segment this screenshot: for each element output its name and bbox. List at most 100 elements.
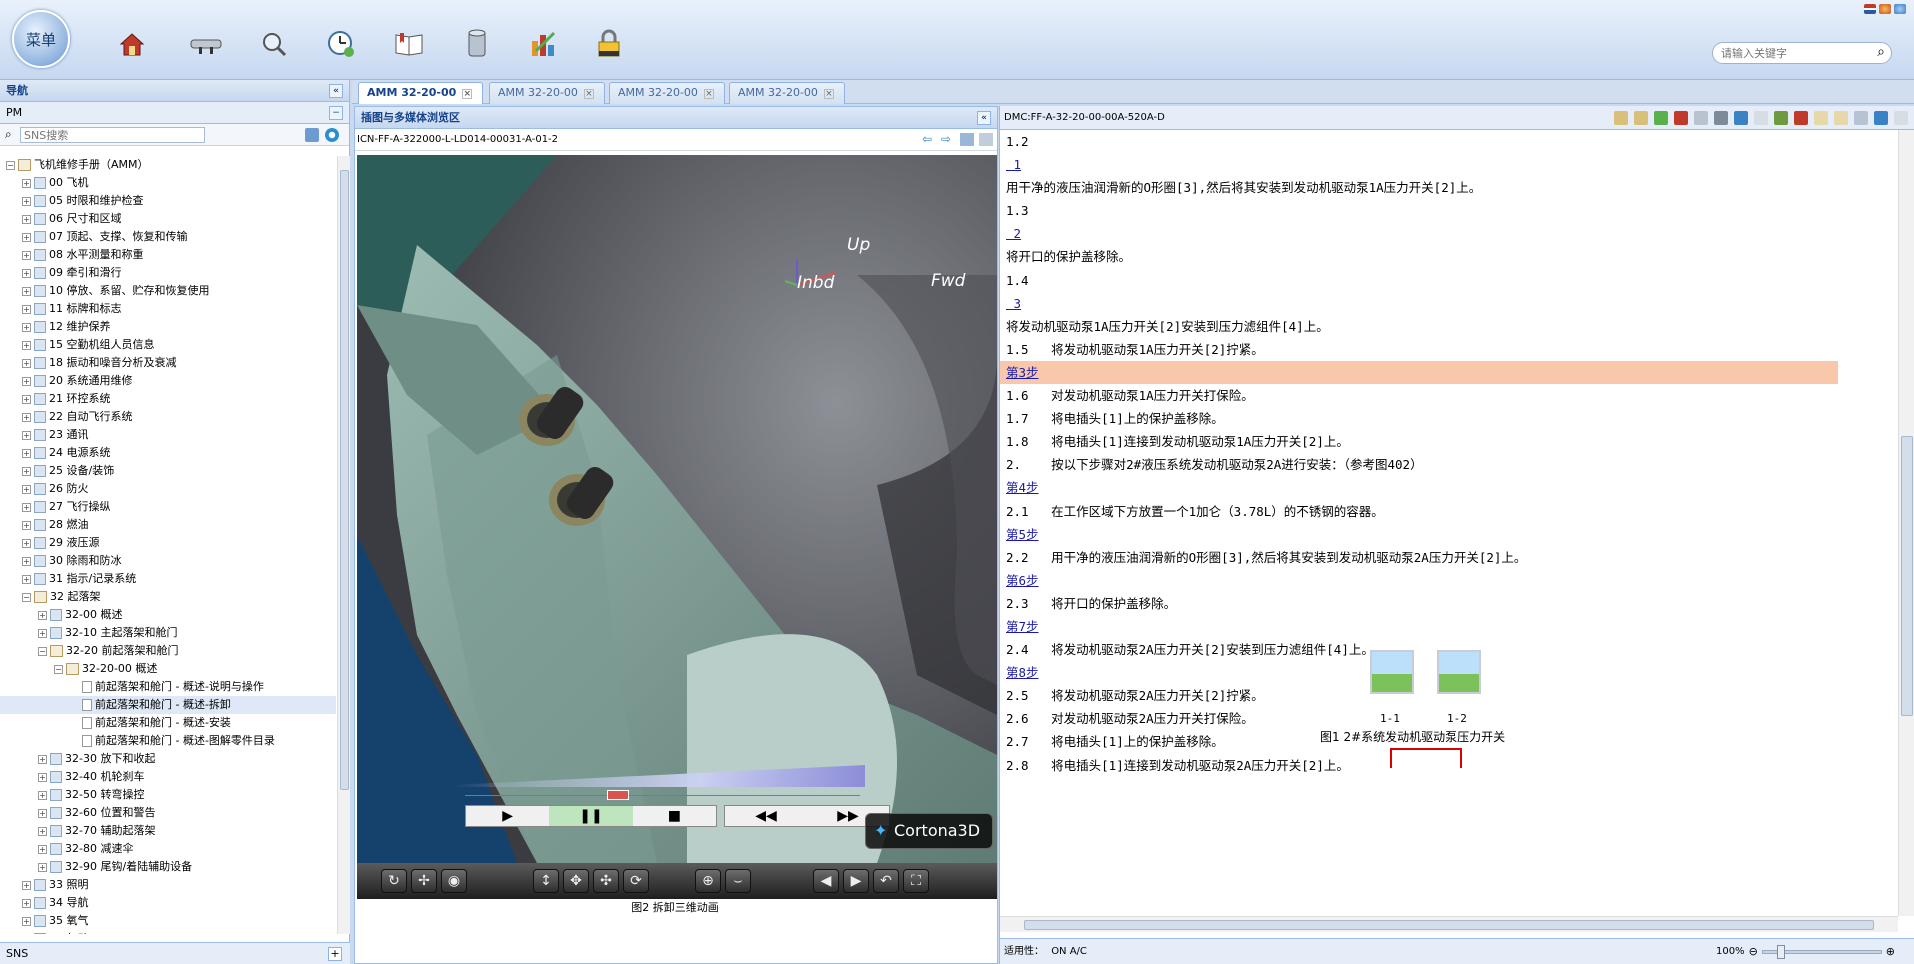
close-icon[interactable]: × — [462, 89, 473, 99]
expand-node-icon[interactable]: + — [38, 772, 47, 782]
step-link[interactable]: 第4步 — [1000, 476, 1898, 499]
document-hscrollbar[interactable] — [1000, 916, 1898, 932]
collapse-node-icon[interactable]: − — [6, 160, 15, 170]
tree-node[interactable]: +30 除雨和防冰 — [0, 552, 336, 570]
prev-icon[interactable]: ◀ — [813, 869, 839, 893]
close-icon[interactable]: × — [583, 89, 594, 99]
tree-node[interactable]: +15 空勤机组人员信息 — [0, 336, 336, 354]
expand-node-icon[interactable]: + — [38, 610, 47, 620]
search-icon[interactable] — [257, 27, 291, 61]
tree-node[interactable]: 前起落架和舱门 - 概述-图解零件目录 — [0, 732, 336, 750]
collapse-node-icon[interactable]: − — [38, 646, 47, 656]
timeline-track[interactable] — [465, 795, 860, 796]
rewind-icon[interactable]: ◀◀ — [725, 806, 807, 826]
tree-node[interactable]: +21 环控系统 — [0, 390, 336, 408]
table-icon[interactable] — [1834, 111, 1848, 125]
expand-node-icon[interactable]: + — [22, 880, 31, 890]
aircraft-icon[interactable] — [189, 27, 223, 61]
expand-node-icon[interactable]: + — [22, 232, 31, 242]
close-panel-icon[interactable] — [1894, 111, 1908, 125]
tree-node[interactable]: +27 飞行操纵 — [0, 498, 336, 516]
step-link[interactable]: 1 — [1000, 153, 1898, 176]
add-icon[interactable] — [1654, 111, 1668, 125]
expand-node-icon[interactable]: + — [38, 628, 47, 638]
back-icon[interactable] — [1854, 111, 1868, 125]
delete-icon[interactable] — [1674, 111, 1688, 125]
expand-node-icon[interactable]: + — [22, 214, 31, 224]
tab-amm-1[interactable]: AMM 32-20-00 × — [358, 82, 484, 104]
tree-node[interactable]: − 32-20-00 概述 — [0, 660, 336, 678]
target-icon[interactable]: ⊕ — [695, 869, 721, 893]
tree-node[interactable]: +26 防火 — [0, 480, 336, 498]
tree-node[interactable]: +33 照明 — [0, 876, 336, 894]
tree-node[interactable]: +32-90 尾钩/着陆辅助设备 — [0, 858, 336, 876]
eye-icon[interactable]: ◉ — [441, 869, 467, 893]
tree-node[interactable]: +32-00 概述 — [0, 606, 336, 624]
expand-node-icon[interactable]: + — [38, 862, 47, 872]
expand-node-icon[interactable]: + — [22, 250, 31, 260]
collapse-left-icon[interactable]: « — [977, 111, 991, 125]
expand-node-icon[interactable]: + — [22, 502, 31, 512]
tree-node[interactable]: +29 液压源 — [0, 534, 336, 552]
tab-amm-3[interactable]: AMM 32-20-00 × — [609, 82, 725, 104]
tree-node[interactable]: +32-60 位置和警告 — [0, 804, 336, 822]
tree-node[interactable]: +22 自动飞行系统 — [0, 408, 336, 426]
zoom-in-icon[interactable]: ⊕ — [1886, 939, 1895, 964]
spin-icon[interactable]: ✣ — [593, 869, 619, 893]
expand-node-icon[interactable]: + — [22, 394, 31, 404]
step-link[interactable]: 第3步 — [1000, 360, 1838, 385]
expand-node-icon[interactable]: + — [38, 754, 47, 764]
tree-node[interactable]: +06 尺寸和区域 — [0, 210, 336, 228]
print-icon[interactable] — [1714, 111, 1728, 125]
tree-node[interactable]: +23 通讯 — [0, 426, 336, 444]
next-icon[interactable]: ▶ — [843, 869, 869, 893]
step-link[interactable]: 第5步 — [1000, 523, 1898, 546]
zoom-out-icon[interactable]: ⊖ — [1749, 939, 1758, 964]
tree-node[interactable]: − 飞机维修手册（AMM） — [0, 156, 336, 174]
expand-node-icon[interactable]: + — [22, 484, 31, 494]
play-icon[interactable]: ▶ — [466, 806, 549, 826]
expand-node-icon[interactable]: + — [22, 304, 31, 314]
tree-node[interactable]: +10 停放、系留、贮存和恢复使用 — [0, 282, 336, 300]
tree-node[interactable]: +12 维护保养 — [0, 318, 336, 336]
move-vertical-icon[interactable]: ↕ — [533, 869, 559, 893]
tree-node[interactable]: +34 导航 — [0, 894, 336, 912]
expand-node-icon[interactable]: + — [22, 412, 31, 422]
expand-node-icon[interactable]: + — [22, 538, 31, 548]
search-icon[interactable]: ⌕ — [1877, 44, 1885, 60]
tree-node[interactable]: +32-80 减速伞 — [0, 840, 336, 858]
tree-node[interactable]: 前起落架和舱门 - 概述-拆卸 — [0, 696, 336, 714]
note-icon[interactable] — [1634, 111, 1648, 125]
tree-node[interactable]: 前起落架和舱门 - 概述-说明与操作 — [0, 678, 336, 696]
expand-node-icon[interactable]: + — [38, 826, 47, 836]
expand-node-icon[interactable]: + — [22, 898, 31, 908]
step-link[interactable]: 第6步 — [1000, 569, 1898, 592]
home-icon[interactable] — [115, 27, 149, 61]
tree-node[interactable]: +32-50 转弯操控 — [0, 786, 336, 804]
tree-node[interactable]: +18 振动和噪音分析及衰减 — [0, 354, 336, 372]
forward-icon[interactable]: ⇨ — [941, 133, 955, 146]
expand-icon[interactable]: + — [328, 947, 342, 961]
pan-icon[interactable]: ✥ — [563, 869, 589, 893]
tree-node[interactable]: +28 燃油 — [0, 516, 336, 534]
zoom-slider-handle[interactable] — [1776, 945, 1785, 959]
expand-node-icon[interactable]: + — [22, 358, 31, 368]
tree-node[interactable]: 前起落架和舱门 - 概述-安装 — [0, 714, 336, 732]
step-link[interactable]: 第7步 — [1000, 615, 1898, 638]
tab-amm-2[interactable]: AMM 32-20-00 × — [489, 82, 605, 104]
tree-node[interactable]: +05 时限和维护检查 — [0, 192, 336, 210]
tab-amm-4[interactable]: AMM 32-20-00 × — [729, 82, 845, 104]
expand-node-icon[interactable]: + — [38, 844, 47, 854]
page-icon[interactable] — [1754, 111, 1768, 125]
image-icon[interactable] — [1774, 111, 1788, 125]
tree-node[interactable]: +35 氧气 — [0, 912, 336, 930]
tree-node[interactable]: +11 标牌和标志 — [0, 300, 336, 318]
refresh-icon[interactable] — [325, 128, 339, 142]
expand-node-icon[interactable]: + — [22, 340, 31, 350]
orbit-icon[interactable]: ⟳ — [623, 869, 649, 893]
tree-node[interactable]: +32-10 主起落架和舱门 — [0, 624, 336, 642]
tree-node[interactable]: +24 电源系统 — [0, 444, 336, 462]
stop-icon[interactable]: ■ — [633, 806, 716, 826]
undo-icon[interactable]: ↶ — [873, 869, 899, 893]
expand-node-icon[interactable]: + — [22, 430, 31, 440]
